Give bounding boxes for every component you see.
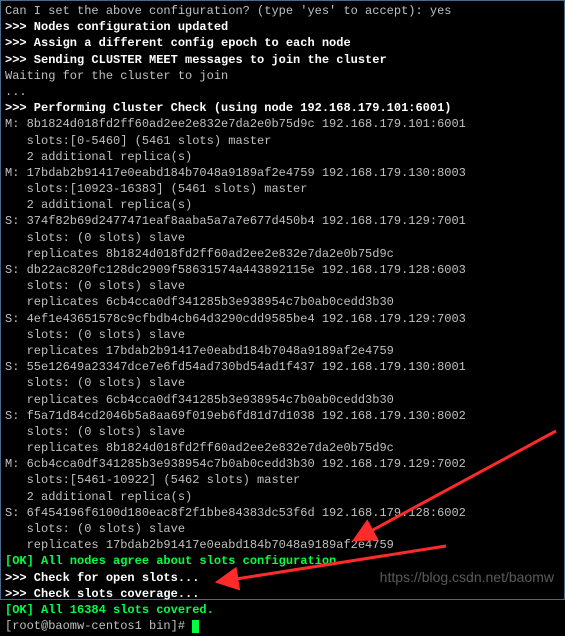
- terminal-line: S: f5a71d84cd2046b5a8aa69f019eb6fd81d7d1…: [5, 408, 560, 424]
- terminal-line: >>> Check for open slots...: [5, 570, 560, 586]
- terminal-line: slots:[0-5460] (5461 slots) master: [5, 133, 560, 149]
- terminal-line: 2 additional replica(s): [5, 489, 560, 505]
- terminal-line: slots: (0 slots) slave: [5, 375, 560, 391]
- terminal-line: ...: [5, 84, 560, 100]
- terminal-line: M: 17bdab2b91417e0eabd184b7048a9189af2e4…: [5, 165, 560, 181]
- terminal-line: >>> Nodes configuration updated: [5, 19, 560, 35]
- terminal-line: Can I set the above configuration? (type…: [5, 3, 560, 19]
- terminal-line: replicates 17bdab2b91417e0eabd184b7048a9…: [5, 537, 560, 553]
- terminal-line: S: 6f454196f6100d180eac8f2f1bbe84383dc53…: [5, 505, 560, 521]
- terminal-line: slots:[10923-16383] (5461 slots) master: [5, 181, 560, 197]
- terminal-line: M: 6cb4cca0df341285b3e938954c7b0ab0cedd3…: [5, 456, 560, 472]
- terminal-line: slots:[5461-10922] (5462 slots) master: [5, 472, 560, 488]
- terminal-line: replicates 17bdab2b91417e0eabd184b7048a9…: [5, 343, 560, 359]
- terminal-line: replicates 6cb4cca0df341285b3e938954c7b0…: [5, 392, 560, 408]
- terminal-line: S: db22ac820fc128dc2909f58631574a4438921…: [5, 262, 560, 278]
- terminal-line: 2 additional replica(s): [5, 149, 560, 165]
- terminal-line: slots: (0 slots) slave: [5, 424, 560, 440]
- terminal-line: slots: (0 slots) slave: [5, 327, 560, 343]
- cursor: [192, 620, 199, 633]
- terminal-line: S: 4ef1e43651578c9cfbdb4cb64d3290cdd9585…: [5, 311, 560, 327]
- terminal-line: 2 additional replica(s): [5, 197, 560, 213]
- terminal-line: >>> Assign a different config epoch to e…: [5, 35, 560, 51]
- prompt-text: [root@baomw-centos1 bin]#: [5, 619, 192, 633]
- terminal-line: [OK] All nodes agree about slots configu…: [5, 553, 560, 569]
- terminal-line: M: 8b1824d018fd2ff60ad2ee2e832e7da2e0b75…: [5, 116, 560, 132]
- terminal-line: >>> Sending CLUSTER MEET messages to joi…: [5, 52, 560, 68]
- terminal-line: replicates 8b1824d018fd2ff60ad2ee2e832e7…: [5, 440, 560, 456]
- shell-prompt[interactable]: [root@baomw-centos1 bin]#: [5, 618, 560, 634]
- terminal-line: replicates 8b1824d018fd2ff60ad2ee2e832e7…: [5, 246, 560, 262]
- terminal-line: S: 374f82b69d2477471eaf8aaba5a7a7e677d45…: [5, 213, 560, 229]
- terminal-line: slots: (0 slots) slave: [5, 521, 560, 537]
- terminal-line: >>> Performing Cluster Check (using node…: [5, 100, 560, 116]
- terminal-line: [OK] All 16384 slots covered.: [5, 602, 560, 618]
- terminal-line: replicates 6cb4cca0df341285b3e938954c7b0…: [5, 294, 560, 310]
- terminal-line: S: 55e12649a23347dce7e6fd54ad730bd54ad1f…: [5, 359, 560, 375]
- terminal-line: slots: (0 slots) slave: [5, 278, 560, 294]
- terminal-line: slots: (0 slots) slave: [5, 230, 560, 246]
- terminal-output: Can I set the above configuration? (type…: [1, 1, 564, 636]
- terminal-line: Waiting for the cluster to join: [5, 68, 560, 84]
